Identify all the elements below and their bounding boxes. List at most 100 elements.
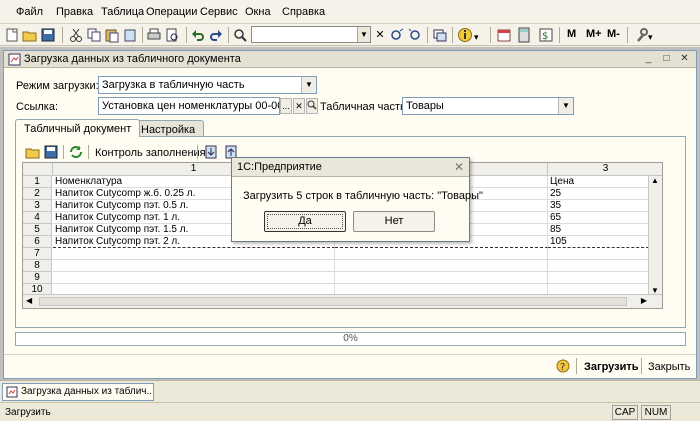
table-cell[interactable]: Цена <box>548 176 649 188</box>
print-preview-icon[interactable] <box>164 27 180 43</box>
caps-lock-indicator: CAP <box>612 405 638 420</box>
move-down-icon[interactable] <box>203 144 219 160</box>
select-link-button[interactable]: ... <box>280 98 292 114</box>
menu-service[interactable]: Сервис <box>200 6 238 18</box>
close-icon[interactable]: ✕ <box>678 52 691 65</box>
load-button[interactable]: Загрузить <box>584 361 639 373</box>
menu-edit[interactable]: Правка <box>56 6 93 18</box>
help-icon[interactable]: ? <box>556 359 570 373</box>
row-header[interactable]: 3 <box>23 200 52 212</box>
row-header[interactable]: 8 <box>23 260 52 272</box>
table-cell[interactable]: 25 <box>548 188 649 200</box>
row-header[interactable]: 4 <box>23 212 52 224</box>
open-folder-icon[interactable] <box>25 144 41 160</box>
chevron-up-icon[interactable]: ▲ <box>651 176 659 185</box>
window-title-bar[interactable]: Загрузка данных из табличного документа … <box>4 51 696 68</box>
scroll-thumb[interactable] <box>39 297 627 306</box>
row-header[interactable]: 2 <box>23 188 52 200</box>
menu-windows[interactable]: Окна <box>245 6 271 18</box>
table-cell[interactable]: 35 <box>548 200 649 212</box>
chevron-right-icon[interactable]: ▶ <box>641 296 647 305</box>
chevron-left-icon[interactable]: ◀ <box>26 296 32 305</box>
no-button[interactable]: Нет <box>353 211 435 232</box>
table-cell[interactable] <box>335 260 548 272</box>
load-mode-select[interactable]: Загрузка в табличную часть ▼ <box>98 76 317 94</box>
table-cell[interactable] <box>548 260 649 272</box>
open-link-icon[interactable] <box>306 98 318 114</box>
memory-m-minus-button[interactable]: M- <box>607 28 620 40</box>
menu-table[interactable]: Таблица <box>101 6 144 18</box>
dialog-title-bar[interactable]: 1С:Предприятие ✕ <box>232 158 469 177</box>
chevron-down-icon[interactable]: ▼ <box>357 27 370 42</box>
chevron-down-icon[interactable]: ▾ <box>474 27 490 43</box>
copy-icon[interactable] <box>86 27 102 43</box>
menu-file[interactable]: Файл <box>16 6 43 18</box>
close-icon[interactable]: ✕ <box>454 160 464 174</box>
menu-operations[interactable]: Операции <box>146 6 197 18</box>
vertical-scrollbar[interactable]: ▲ ▼ <box>648 176 662 295</box>
chevron-down-icon[interactable]: ▾ <box>648 27 664 43</box>
table-cell[interactable] <box>548 272 649 284</box>
calculator-icon[interactable] <box>516 27 532 43</box>
tab-spreadsheet[interactable]: Табличный документ <box>15 119 141 137</box>
row-header[interactable]: 1 <box>23 176 52 188</box>
minimize-icon[interactable]: _ <box>642 52 655 65</box>
row-header[interactable]: 5 <box>23 224 52 236</box>
table-part-select[interactable]: Товары ▼ <box>402 97 574 115</box>
table-cell[interactable]: 105 <box>548 236 649 248</box>
menu-help[interactable]: Справка <box>282 6 325 18</box>
redo-icon[interactable] <box>208 27 224 43</box>
new-document-icon[interactable] <box>4 27 20 43</box>
table-cell[interactable] <box>53 248 335 260</box>
row-header[interactable]: 7 <box>23 248 52 260</box>
status-bar: Загрузить CAP NUM <box>0 402 700 421</box>
table-cell[interactable]: 65 <box>548 212 649 224</box>
find-prev-icon[interactable] <box>407 27 423 43</box>
check-fill-button[interactable]: Контроль заполнения <box>95 147 206 159</box>
refresh-icon[interactable] <box>68 144 84 160</box>
paste-special-icon[interactable] <box>122 27 138 43</box>
chevron-down-icon[interactable]: ▼ <box>558 98 573 114</box>
open-folder-icon[interactable] <box>22 27 38 43</box>
maximize-icon[interactable]: □ <box>660 52 673 65</box>
table-cell[interactable] <box>335 272 548 284</box>
tab-settings[interactable]: Настройка <box>132 120 205 136</box>
horizontal-scrollbar[interactable]: ◀ ▶ <box>23 294 662 308</box>
column-header[interactable]: 3 <box>548 163 662 176</box>
confirm-dialog: 1С:Предприятие ✕ Загрузить 5 строк в таб… <box>231 157 483 242</box>
clear-link-icon[interactable]: ✕ <box>293 98 305 114</box>
close-button[interactable]: Закрыть <box>648 361 690 373</box>
row-header[interactable]: 6 <box>23 236 52 248</box>
undo-icon[interactable] <box>190 27 206 43</box>
cut-icon[interactable] <box>68 27 84 43</box>
search-icon[interactable] <box>232 27 248 43</box>
taskbar-item-data-load[interactable]: Загрузка данных из таблич... <box>2 383 154 401</box>
info-icon[interactable] <box>457 27 473 43</box>
chevron-down-icon[interactable]: ▼ <box>301 77 316 93</box>
currency-icon[interactable]: $ <box>538 27 554 43</box>
search-input[interactable]: ▼ <box>251 26 371 43</box>
yes-button[interactable]: Да <box>264 211 346 232</box>
table-cell[interactable] <box>335 248 548 260</box>
memory-m-plus-button[interactable]: M+ <box>586 28 602 40</box>
table-cell[interactable] <box>548 248 649 260</box>
table-cell[interactable] <box>53 272 335 284</box>
clear-search-icon[interactable]: ✕ <box>372 27 388 43</box>
link-label: Ссылка: <box>16 101 58 113</box>
window-icon <box>8 53 21 66</box>
toolbar-separator <box>641 358 642 374</box>
row-header[interactable]: 9 <box>23 272 52 284</box>
save-icon[interactable] <box>43 144 59 160</box>
save-icon[interactable] <box>40 27 56 43</box>
table-cell[interactable]: 85 <box>548 224 649 236</box>
window-icon <box>6 386 18 398</box>
paste-icon[interactable] <box>104 27 120 43</box>
wrench-icon[interactable] <box>633 27 649 43</box>
print-icon[interactable] <box>146 27 162 43</box>
link-input[interactable]: Установка цен номенклатуры 00-000000 <box>98 97 280 115</box>
find-next-icon[interactable] <box>389 27 405 43</box>
calendar-icon[interactable] <box>496 27 512 43</box>
windows-icon[interactable] <box>432 27 448 43</box>
memory-m-button[interactable]: M <box>567 28 576 40</box>
table-cell[interactable] <box>53 260 335 272</box>
